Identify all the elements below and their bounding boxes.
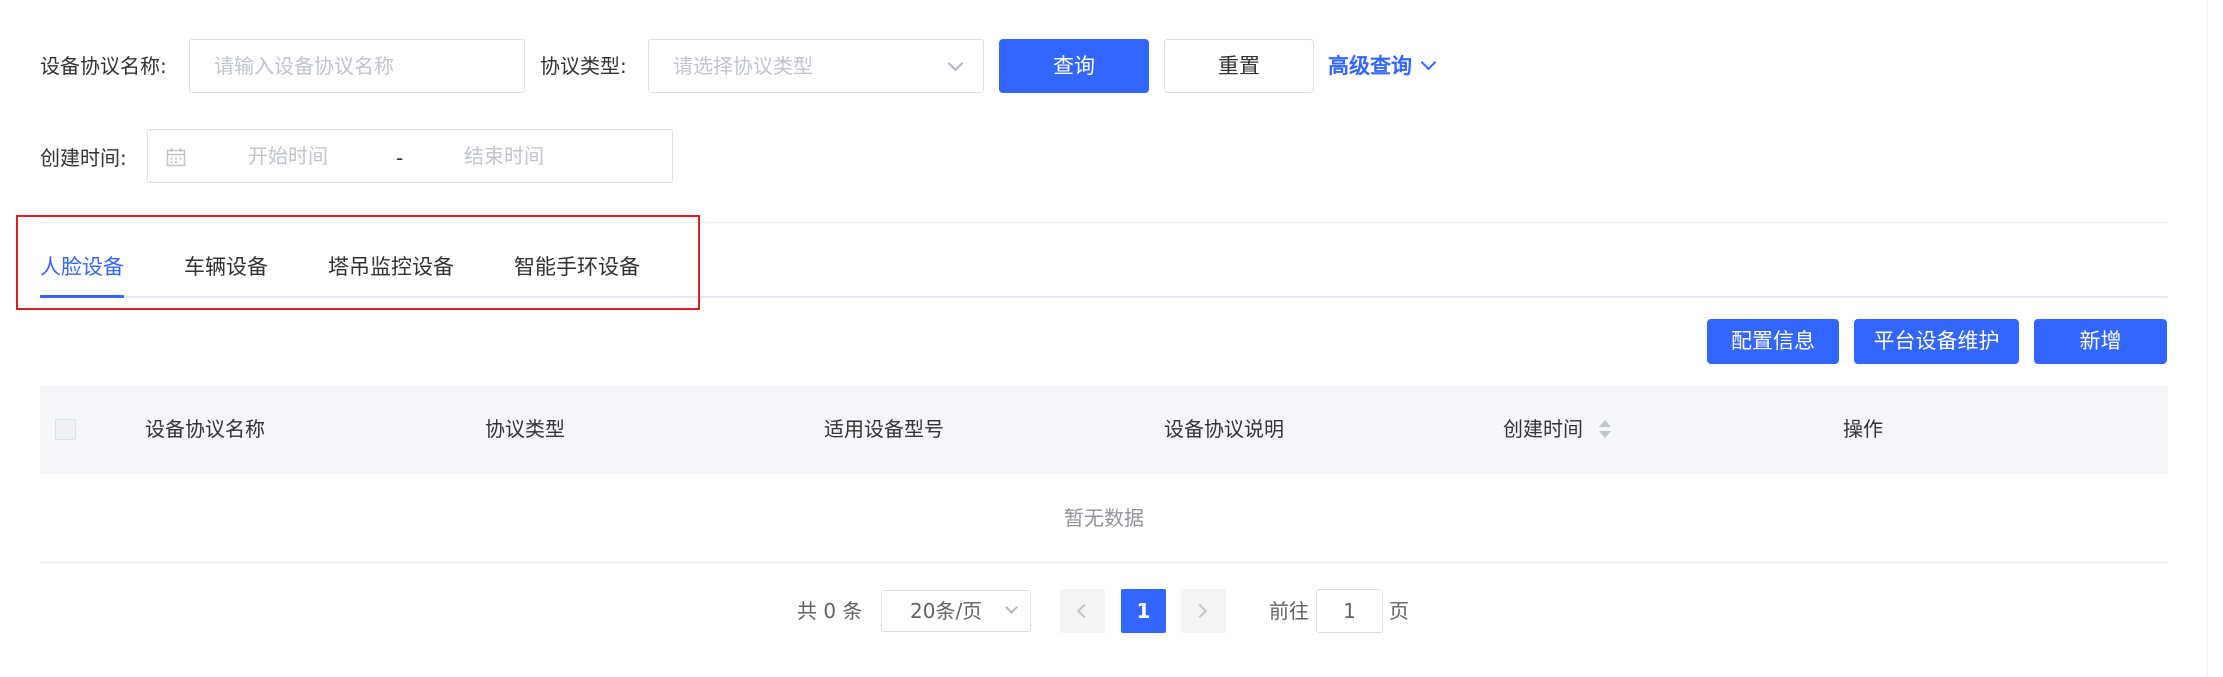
platform-device-maintenance-button[interactable]: 平台设备维护 xyxy=(1854,319,2019,364)
protocol-type-label: 协议类型: xyxy=(540,54,627,78)
empty-text: 暂无数据 xyxy=(1064,506,1144,530)
highlight-box xyxy=(16,215,700,310)
column-header-created-time[interactable]: 创建时间 xyxy=(1503,415,1583,443)
select-all-checkbox[interactable] xyxy=(55,419,76,440)
start-time-input[interactable]: 开始时间 xyxy=(248,142,328,170)
sort-icon[interactable] xyxy=(1597,418,1613,440)
created-time-range[interactable]: 开始时间 - 结束时间 xyxy=(147,129,673,183)
column-header-actions: 操作 xyxy=(1843,417,1883,441)
chevron-right-icon xyxy=(1192,603,1208,619)
column-header-protocol-description: 设备协议说明 xyxy=(1164,417,1284,441)
next-page-button[interactable] xyxy=(1181,589,1226,633)
query-button-label: 查询 xyxy=(1053,54,1095,78)
config-info-label: 配置信息 xyxy=(1731,329,1815,353)
goto-label: 前往 xyxy=(1269,599,1309,623)
table-bottom-border xyxy=(40,562,2168,563)
scrollbar-track[interactable] xyxy=(2207,0,2223,677)
created-time-label: 创建时间: xyxy=(40,146,127,170)
prev-page-button[interactable] xyxy=(1060,589,1105,633)
protocol-name-label: 设备协议名称: xyxy=(40,54,167,78)
query-button[interactable]: 查询 xyxy=(999,39,1149,93)
calendar-icon xyxy=(166,148,186,167)
column-header-protocol-name: 设备协议名称 xyxy=(145,417,265,441)
page-number-current[interactable]: 1 xyxy=(1121,589,1166,633)
range-separator: - xyxy=(396,146,404,170)
page-number-label: 1 xyxy=(1136,599,1151,623)
protocol-type-placeholder: 请选择协议类型 xyxy=(673,54,813,78)
advanced-query-toggle[interactable]: 高级查询 xyxy=(1328,51,1437,81)
protocol-name-input[interactable]: 请输入设备协议名称 xyxy=(189,39,525,93)
page-suffix-label: 页 xyxy=(1389,599,1409,623)
chevron-down-icon xyxy=(1421,54,1437,71)
chevron-down-icon xyxy=(947,55,964,72)
add-button-label: 新增 xyxy=(2079,329,2122,353)
protocol-name-placeholder: 请输入设备协议名称 xyxy=(214,54,394,78)
pagination-total: 共 0 条 xyxy=(797,599,863,623)
config-info-button[interactable]: 配置信息 xyxy=(1707,319,1839,364)
platform-device-maintenance-label: 平台设备维护 xyxy=(1873,329,2000,353)
page-size-select[interactable]: 20条/页 xyxy=(881,590,1031,632)
table-header: 设备协议名称 协议类型 适用设备型号 设备协议说明 创建时间 操作 xyxy=(40,386,2168,474)
page-size-value: 20条/页 xyxy=(910,599,983,623)
chevron-down-icon xyxy=(1005,601,1018,614)
add-button[interactable]: 新增 xyxy=(2034,319,2167,364)
reset-button[interactable]: 重置 xyxy=(1164,39,1314,93)
column-header-protocol-type: 协议类型 xyxy=(485,417,565,441)
goto-page-input[interactable]: 1 xyxy=(1316,589,1383,633)
end-time-input[interactable]: 结束时间 xyxy=(464,142,544,170)
column-header-device-model: 适用设备型号 xyxy=(824,417,944,441)
protocol-type-select[interactable]: 请选择协议类型 xyxy=(648,39,984,93)
goto-page-value: 1 xyxy=(1343,599,1356,623)
advanced-query-label: 高级查询 xyxy=(1328,54,1412,78)
chevron-left-icon xyxy=(1076,603,1092,619)
reset-button-label: 重置 xyxy=(1218,54,1260,78)
